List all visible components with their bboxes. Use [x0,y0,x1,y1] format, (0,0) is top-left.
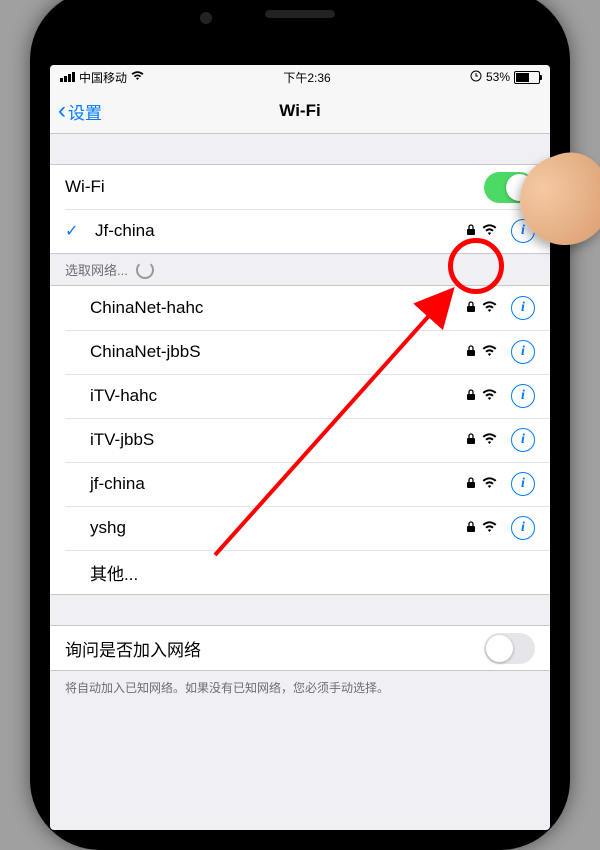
network-icons: i [466,296,535,320]
lock-icon [466,301,476,316]
choose-network-header: 选取网络... [50,254,550,285]
battery-icon [514,71,540,84]
wifi-icon [482,520,497,536]
network-name: jf-china [65,474,466,494]
choose-network-label: 选取网络... [65,260,128,279]
info-icon[interactable]: i [511,296,535,320]
network-name: ChinaNet-jbbS [65,342,466,362]
battery-percent: 53% [486,70,510,84]
network-icons: i [466,516,535,540]
wifi-icon [482,344,497,360]
lock-icon [466,224,476,239]
info-icon[interactable]: i [511,428,535,452]
info-icon[interactable]: i [511,340,535,364]
back-button[interactable]: ‹ 设置 [50,99,102,124]
info-icon[interactable]: i [511,384,535,408]
network-row[interactable]: ChinaNet-jbbS i [50,330,550,374]
lock-icon [466,345,476,360]
network-icons: i [466,219,535,243]
ask-join-group: 询问是否加入网络 [50,625,550,671]
status-right: 53% [470,70,540,85]
network-row[interactable]: yshg i [50,506,550,550]
status-bar: 中国移动 下午2:36 53% [50,65,550,89]
phone-speaker-area [265,10,335,18]
network-row[interactable]: iTV-jbbS i [50,418,550,462]
phone-frame: 中国移动 下午2:36 53% ‹ 设置 Wi-Fi [30,0,570,850]
content: Wi-Fi ✓ Jf-china i [50,164,550,704]
wifi-toggle-row[interactable]: Wi-Fi [50,165,550,209]
rotation-lock-icon [470,70,482,85]
other-network-row[interactable]: 其他... [50,550,550,594]
info-icon[interactable]: i [511,516,535,540]
footer-note: 将自动加入已知网络。如果没有已知网络，您必须手动选择。 [50,671,550,704]
checkmark-icon: ✓ [65,221,85,241]
wifi-icon [482,388,497,404]
ask-join-label: 询问是否加入网络 [65,636,484,661]
wifi-icon [482,300,497,316]
wifi-toggle-group: Wi-Fi ✓ Jf-china i [50,164,550,254]
chevron-left-icon: ‹ [58,99,66,123]
wifi-toggle-label: Wi-Fi [65,177,484,197]
ask-join-toggle[interactable] [484,633,535,664]
wifi-status-icon [131,70,144,84]
connected-network-row[interactable]: ✓ Jf-china i [50,209,550,253]
spinner-icon [136,261,154,279]
lock-icon [466,433,476,448]
screen: 中国移动 下午2:36 53% ‹ 设置 Wi-Fi [50,65,550,830]
status-time: 下午2:36 [283,69,330,86]
status-left: 中国移动 [60,69,144,86]
front-camera [200,12,212,24]
network-icons: i [466,472,535,496]
speaker-slot [265,10,335,18]
network-name: yshg [65,518,466,538]
page-title: Wi-Fi [50,101,550,121]
network-row[interactable]: iTV-hahc i [50,374,550,418]
nav-bar: ‹ 设置 Wi-Fi [50,89,550,134]
lock-icon [466,477,476,492]
lock-icon [466,389,476,404]
lock-icon [466,521,476,536]
network-icons: i [466,428,535,452]
wifi-icon [482,432,497,448]
network-name: iTV-hahc [65,386,466,406]
connected-network-name: Jf-china [95,221,466,241]
network-name: iTV-jbbS [65,430,466,450]
back-label: 设置 [68,99,102,124]
carrier-label: 中国移动 [79,69,127,86]
other-label: 其他... [65,560,535,585]
network-row[interactable]: jf-china i [50,462,550,506]
wifi-icon [482,476,497,492]
toggle-knob [486,635,513,662]
ask-join-row[interactable]: 询问是否加入网络 [50,626,550,670]
network-row[interactable]: ChinaNet-hahc i [50,286,550,330]
network-list: ChinaNet-hahc i ChinaNet-jbbS i [50,285,550,595]
signal-icon [60,72,75,82]
network-icons: i [466,384,535,408]
wifi-icon [482,223,497,239]
network-name: ChinaNet-hahc [65,298,466,318]
info-icon[interactable]: i [511,472,535,496]
network-icons: i [466,340,535,364]
